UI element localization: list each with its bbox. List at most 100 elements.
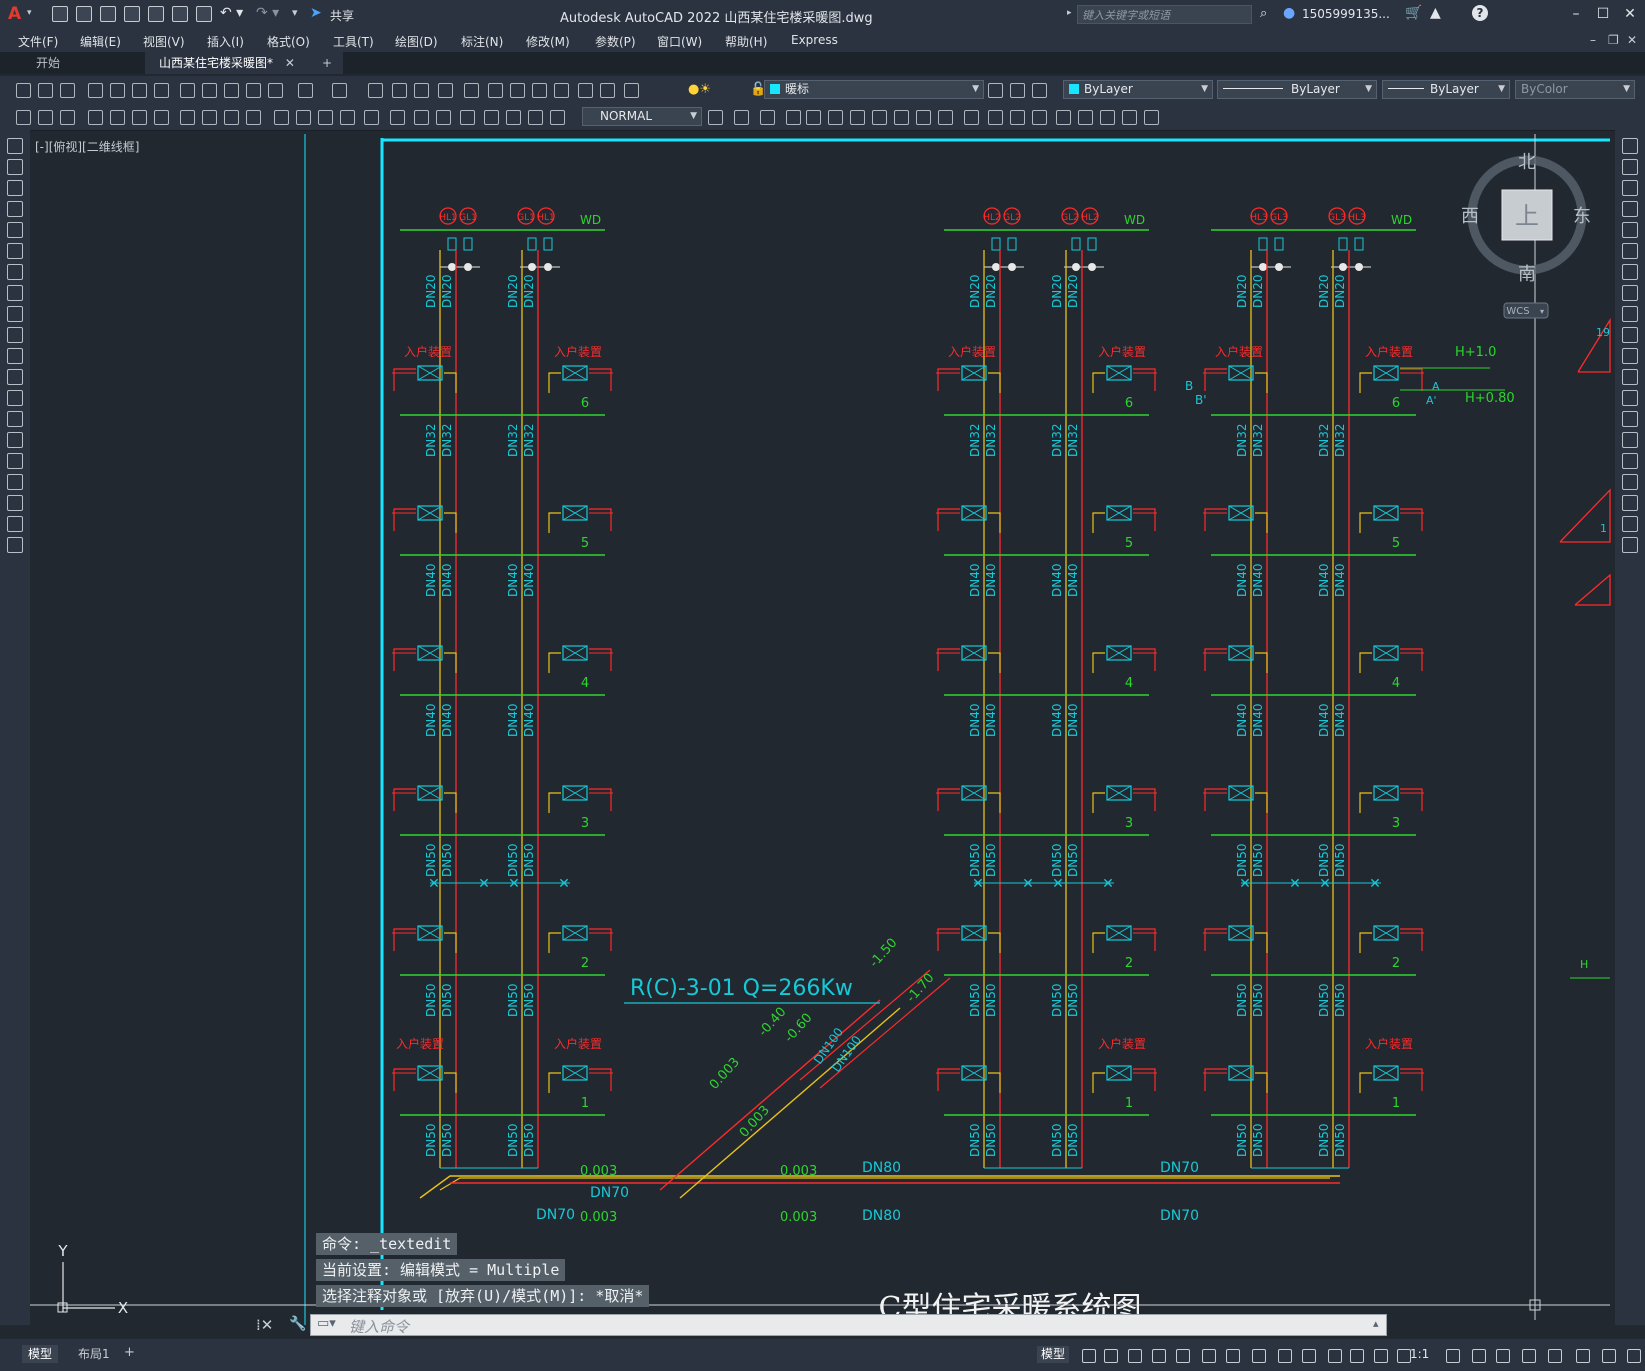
- match-prop-icon[interactable]: [1120, 108, 1137, 125]
- spline-icon[interactable]: [7, 306, 23, 322]
- break-icon[interactable]: [294, 108, 311, 125]
- layout-tab-1[interactable]: 布局1: [72, 1345, 116, 1363]
- quick-props-icon[interactable]: [1520, 1347, 1536, 1363]
- scale-icon[interactable]: [1622, 285, 1638, 301]
- preview-icon[interactable]: [108, 81, 125, 98]
- table-icon[interactable]: [7, 495, 23, 511]
- menu-modify[interactable]: 修改(M): [526, 33, 570, 50]
- line-icon[interactable]: [7, 138, 23, 154]
- design-center-icon[interactable]: [486, 81, 503, 98]
- match-icon[interactable]: [244, 81, 261, 98]
- viewcube[interactable]: 上 北 南 东 西 WCS ▾: [1461, 152, 1591, 319]
- arc-length-icon[interactable]: [526, 108, 543, 125]
- lineweight-icon[interactable]: [1276, 1347, 1292, 1363]
- command-prompt-icon[interactable]: ▭▾: [317, 1316, 336, 1331]
- mtext-icon[interactable]: [7, 516, 23, 532]
- drawing-canvas[interactable]: HL1 GL1 GL1 HL1 WD 6 DN32 DN32 DN32 DN32 5 DN40 DN40…: [30, 130, 1615, 1325]
- jogged-icon[interactable]: [130, 108, 147, 125]
- tolerance-icon[interactable]: [316, 108, 333, 125]
- redo-icon[interactable]: ↷ ▾: [256, 5, 279, 21]
- rotate-icon[interactable]: [1622, 264, 1638, 280]
- jogged-linear-icon[interactable]: [388, 108, 405, 125]
- move-icon[interactable]: [1622, 243, 1638, 259]
- customize-qat-icon[interactable]: ▾: [292, 6, 298, 19]
- dimstyle-select[interactable]: NORMAL ▼: [582, 107, 702, 126]
- autodesk-a360-icon[interactable]: ▲: [1430, 5, 1441, 21]
- add-selected-icon[interactable]: [7, 537, 23, 553]
- erase-icon[interactable]: [1622, 138, 1638, 154]
- redo-icon[interactable]: [330, 81, 347, 98]
- save-icon[interactable]: [58, 81, 75, 98]
- polyline-icon[interactable]: [7, 180, 23, 196]
- arc-length-icon[interactable]: [58, 108, 75, 125]
- copy-icon[interactable]: [1622, 159, 1638, 175]
- markup-icon[interactable]: [552, 81, 569, 98]
- ortho-icon[interactable]: [1622, 516, 1638, 532]
- move-icon[interactable]: [826, 108, 843, 125]
- help-icon[interactable]: ?: [1472, 5, 1488, 21]
- isodraft-icon[interactable]: [1200, 1347, 1216, 1363]
- tool-palette-icon[interactable]: [508, 81, 525, 98]
- stretch-icon[interactable]: [1622, 306, 1638, 322]
- hatch-icon[interactable]: [7, 432, 23, 448]
- command-close-icon[interactable]: ⁞✕: [256, 1316, 273, 1334]
- app-menu-chevron-icon[interactable]: ▾: [27, 8, 32, 18]
- user-name[interactable]: 1505999135...: [1302, 7, 1390, 21]
- osnap-tracking-icon[interactable]: [1224, 1347, 1240, 1363]
- array-icon[interactable]: [1622, 222, 1638, 238]
- layer-select[interactable]: 暖标 ▼: [764, 80, 984, 99]
- zoom-window-icon[interactable]: [412, 81, 429, 98]
- new-icon[interactable]: [52, 6, 68, 22]
- search-expand-icon[interactable]: ▸: [1067, 8, 1072, 18]
- zoom-prev-icon[interactable]: [436, 81, 453, 98]
- menu-edit[interactable]: 编辑(E): [80, 33, 121, 50]
- trim-icon[interactable]: [1622, 327, 1638, 343]
- color-select[interactable]: ByLayer ▼: [1063, 80, 1213, 99]
- command-customize-icon[interactable]: 🔧: [289, 1316, 306, 1332]
- break-pt-icon[interactable]: [962, 108, 979, 125]
- maximize-icon[interactable]: ☐: [1592, 4, 1614, 24]
- snap-mode-icon[interactable]: [1126, 1347, 1142, 1363]
- command-history-toggle-icon[interactable]: ▴: [1373, 1317, 1379, 1330]
- menu-dimension[interactable]: 标注(N): [461, 33, 503, 50]
- center-mark-icon[interactable]: [338, 108, 355, 125]
- isolate-icon[interactable]: [1574, 1347, 1590, 1363]
- quickcalc-icon[interactable]: [576, 81, 593, 98]
- 3d-icon[interactable]: [1622, 537, 1638, 553]
- menu-help[interactable]: 帮助(H): [725, 33, 767, 50]
- tab-start[interactable]: 开始: [22, 52, 74, 74]
- search-icon[interactable]: ⌕: [1260, 6, 1267, 21]
- join-icon[interactable]: [1622, 411, 1638, 427]
- menu-parametric[interactable]: 参数(P): [595, 33, 636, 50]
- workspace-icon[interactable]: [1444, 1347, 1460, 1363]
- space-icon[interactable]: [272, 108, 289, 125]
- command-input[interactable]: ▭▾ 键入命令 ▴: [310, 1314, 1387, 1336]
- 3dprint-icon[interactable]: [152, 81, 169, 98]
- open-icon[interactable]: [76, 6, 92, 22]
- undo-icon[interactable]: [296, 81, 313, 98]
- explode-icon[interactable]: [1622, 495, 1638, 511]
- circle-icon[interactable]: [7, 264, 23, 280]
- diameter-dim-icon[interactable]: [152, 108, 169, 125]
- inspect-icon[interactable]: [362, 108, 379, 125]
- wcs-chevron-icon[interactable]: ▾: [1540, 307, 1544, 316]
- aligned-dim-icon[interactable]: [504, 108, 521, 125]
- search-input[interactable]: 键入关键字或短语: [1077, 5, 1252, 24]
- layer-properties-icon[interactable]: [622, 81, 639, 98]
- tab-close-icon[interactable]: ✕: [285, 56, 295, 70]
- menu-insert[interactable]: 插入(I): [207, 33, 244, 50]
- linetype-select[interactable]: ByLayer ▼: [1217, 80, 1377, 99]
- ordinate-dim-icon[interactable]: [548, 108, 565, 125]
- plot-icon[interactable]: [172, 6, 188, 22]
- new-tab-button[interactable]: +: [308, 52, 346, 74]
- publish-icon[interactable]: [148, 6, 164, 22]
- lock-ui-icon[interactable]: [1546, 1347, 1562, 1363]
- offset-icon[interactable]: [1622, 201, 1638, 217]
- close-icon[interactable]: ✕: [1619, 4, 1641, 24]
- wcs-label[interactable]: WCS: [1506, 306, 1529, 317]
- doc-minimize-icon[interactable]: –: [1590, 33, 1596, 47]
- erase-icon[interactable]: [1076, 108, 1093, 125]
- user-icon[interactable]: ●: [1283, 5, 1295, 21]
- menu-format[interactable]: 格式(O): [267, 33, 310, 50]
- scale-icon[interactable]: [870, 108, 887, 125]
